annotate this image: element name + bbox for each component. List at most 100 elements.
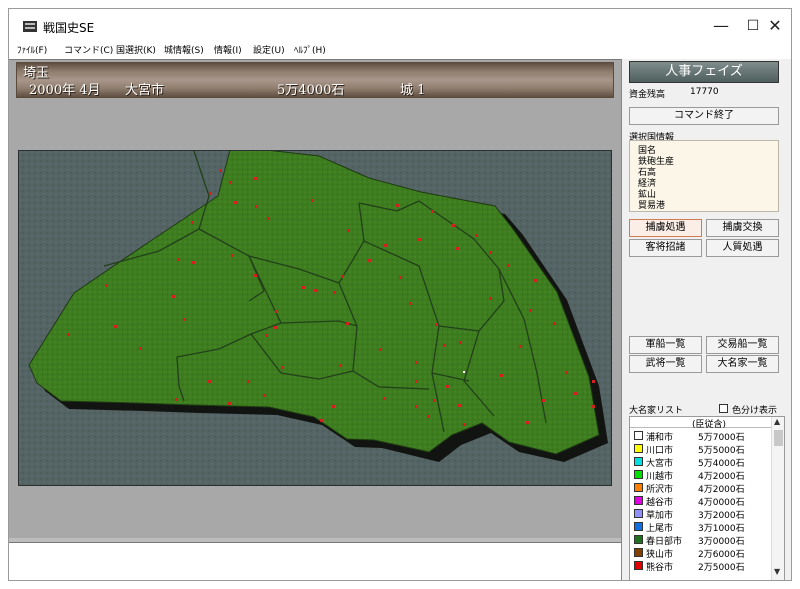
city-marker[interactable] xyxy=(526,421,529,424)
city-marker[interactable] xyxy=(346,322,349,325)
city-marker[interactable] xyxy=(139,347,142,350)
city-marker[interactable] xyxy=(418,238,421,241)
daimyo-row[interactable]: 浦和市 5万7000石 xyxy=(630,429,771,443)
city-marker[interactable] xyxy=(183,318,186,321)
city-marker[interactable] xyxy=(519,345,522,348)
city-marker[interactable] xyxy=(341,275,344,278)
city-marker[interactable] xyxy=(254,274,257,277)
city-marker[interactable] xyxy=(368,259,371,262)
tradeship-list-button[interactable]: 交易船一覧 xyxy=(706,336,779,354)
province-map[interactable] xyxy=(18,150,612,486)
menu-country-select[interactable]: 国選択(K) xyxy=(116,43,156,56)
city-marker[interactable] xyxy=(379,348,382,351)
daimyo-list[interactable]: (臣従含) 浦和市 5万7000石 川口市 5万5000石 大宮市 5万4000石 川越市 4… xyxy=(629,416,785,580)
city-marker[interactable] xyxy=(255,205,258,208)
city-marker[interactable] xyxy=(231,254,234,257)
color-toggle-label[interactable]: 色分け表示 xyxy=(732,403,777,416)
city-marker[interactable] xyxy=(435,323,438,326)
command-end-button[interactable]: コマンド終了 xyxy=(629,107,779,125)
daimyo-row[interactable]: 所沢市 4万2000石 xyxy=(630,481,771,495)
city-marker[interactable] xyxy=(415,380,418,383)
city-marker[interactable] xyxy=(384,244,387,247)
city-marker[interactable] xyxy=(172,295,175,298)
city-marker[interactable] xyxy=(208,380,211,383)
daimyo-row[interactable]: 川口市 5万5000石 xyxy=(630,442,771,456)
city-marker[interactable] xyxy=(452,224,455,227)
city-marker[interactable] xyxy=(105,284,108,287)
city-marker[interactable] xyxy=(459,341,462,344)
city-marker[interactable] xyxy=(427,415,430,418)
city-marker[interactable] xyxy=(114,325,117,328)
city-marker[interactable] xyxy=(209,192,212,195)
city-marker[interactable] xyxy=(275,310,278,313)
city-marker[interactable] xyxy=(409,302,412,305)
city-marker[interactable] xyxy=(267,217,270,220)
prisoner-handling-button[interactable]: 捕虜処遇 xyxy=(629,219,702,237)
title-bar[interactable]: 戦国史SE — ☐ ✕ xyxy=(9,9,791,41)
daimyo-row[interactable]: 越谷市 4万0000石 xyxy=(630,494,771,508)
daimyo-row[interactable]: 熊谷市 2万5000石 xyxy=(630,559,771,573)
color-toggle-checkbox[interactable] xyxy=(719,404,728,413)
hostage-handling-button[interactable]: 人質処遇 xyxy=(706,239,779,257)
daimyo-row[interactable]: 草加市 3万2000石 xyxy=(630,507,771,521)
city-marker[interactable] xyxy=(332,405,335,408)
city-marker[interactable] xyxy=(500,374,503,377)
chevron-up-icon[interactable]: ▲ xyxy=(774,417,780,426)
city-marker[interactable] xyxy=(456,247,459,250)
city-marker[interactable] xyxy=(396,204,399,207)
scroll-thumb[interactable] xyxy=(774,430,783,446)
city-marker[interactable] xyxy=(489,297,492,300)
city-marker[interactable] xyxy=(265,334,268,337)
city-marker[interactable] xyxy=(320,419,323,422)
city-marker[interactable] xyxy=(234,201,237,204)
map-canvas[interactable] xyxy=(19,151,612,486)
chevron-down-icon[interactable]: ▼ xyxy=(774,567,780,576)
city-marker[interactable] xyxy=(191,221,194,224)
city-marker[interactable] xyxy=(443,344,446,347)
city-marker[interactable] xyxy=(263,394,266,397)
list-scrollbar[interactable]: ▲ ▼ xyxy=(771,417,784,580)
guest-recruit-button[interactable]: 客将招諸 xyxy=(629,239,702,257)
city-marker[interactable] xyxy=(489,251,492,254)
city-marker[interactable] xyxy=(274,326,277,329)
daimyo-row[interactable]: 上尾市 3万1000石 xyxy=(630,520,771,534)
general-list-button[interactable]: 武将一覧 xyxy=(629,355,702,373)
city-marker[interactable] xyxy=(529,309,532,312)
city-marker[interactable] xyxy=(219,169,222,172)
city-marker[interactable] xyxy=(192,261,195,264)
city-marker[interactable] xyxy=(458,404,461,407)
city-marker[interactable] xyxy=(415,361,418,364)
city-marker[interactable] xyxy=(177,258,180,261)
daimyo-row[interactable]: 春日部市 3万0000石 xyxy=(630,533,771,547)
menu-file[interactable]: ﾌｧｲﾙ(F) xyxy=(17,43,47,56)
city-marker[interactable] xyxy=(565,371,568,374)
city-marker[interactable] xyxy=(383,397,386,400)
city-marker[interactable] xyxy=(314,289,317,292)
menu-command[interactable]: コマンド(C) xyxy=(64,43,113,56)
city-marker[interactable] xyxy=(228,402,231,405)
city-marker[interactable] xyxy=(247,380,250,383)
city-marker[interactable] xyxy=(507,264,510,267)
city-marker[interactable] xyxy=(302,286,305,289)
city-marker[interactable] xyxy=(446,385,449,388)
daimyo-list-button[interactable]: 大名家一覧 xyxy=(706,355,779,373)
city-marker[interactable] xyxy=(229,181,232,184)
city-marker[interactable] xyxy=(415,405,418,408)
city-marker[interactable] xyxy=(553,322,556,325)
city-marker[interactable] xyxy=(311,199,314,202)
city-marker[interactable] xyxy=(574,392,577,395)
city-marker[interactable] xyxy=(333,291,336,294)
menu-info[interactable]: 情報(I) xyxy=(214,43,242,56)
city-marker[interactable] xyxy=(339,364,342,367)
city-marker[interactable] xyxy=(67,333,70,336)
city-marker[interactable] xyxy=(534,279,537,282)
city-marker[interactable] xyxy=(463,423,466,426)
menu-castle-info[interactable]: 城情報(S) xyxy=(164,43,204,56)
city-marker[interactable] xyxy=(281,366,284,369)
daimyo-row[interactable]: 大宮市 5万4000石 xyxy=(630,455,771,469)
city-marker[interactable] xyxy=(592,405,595,408)
selected-city-marker[interactable] xyxy=(463,371,465,373)
city-marker[interactable] xyxy=(175,398,178,401)
daimyo-row[interactable]: 川越市 4万2000石 xyxy=(630,468,771,482)
daimyo-row[interactable]: 狭山市 2万6000石 xyxy=(630,546,771,560)
